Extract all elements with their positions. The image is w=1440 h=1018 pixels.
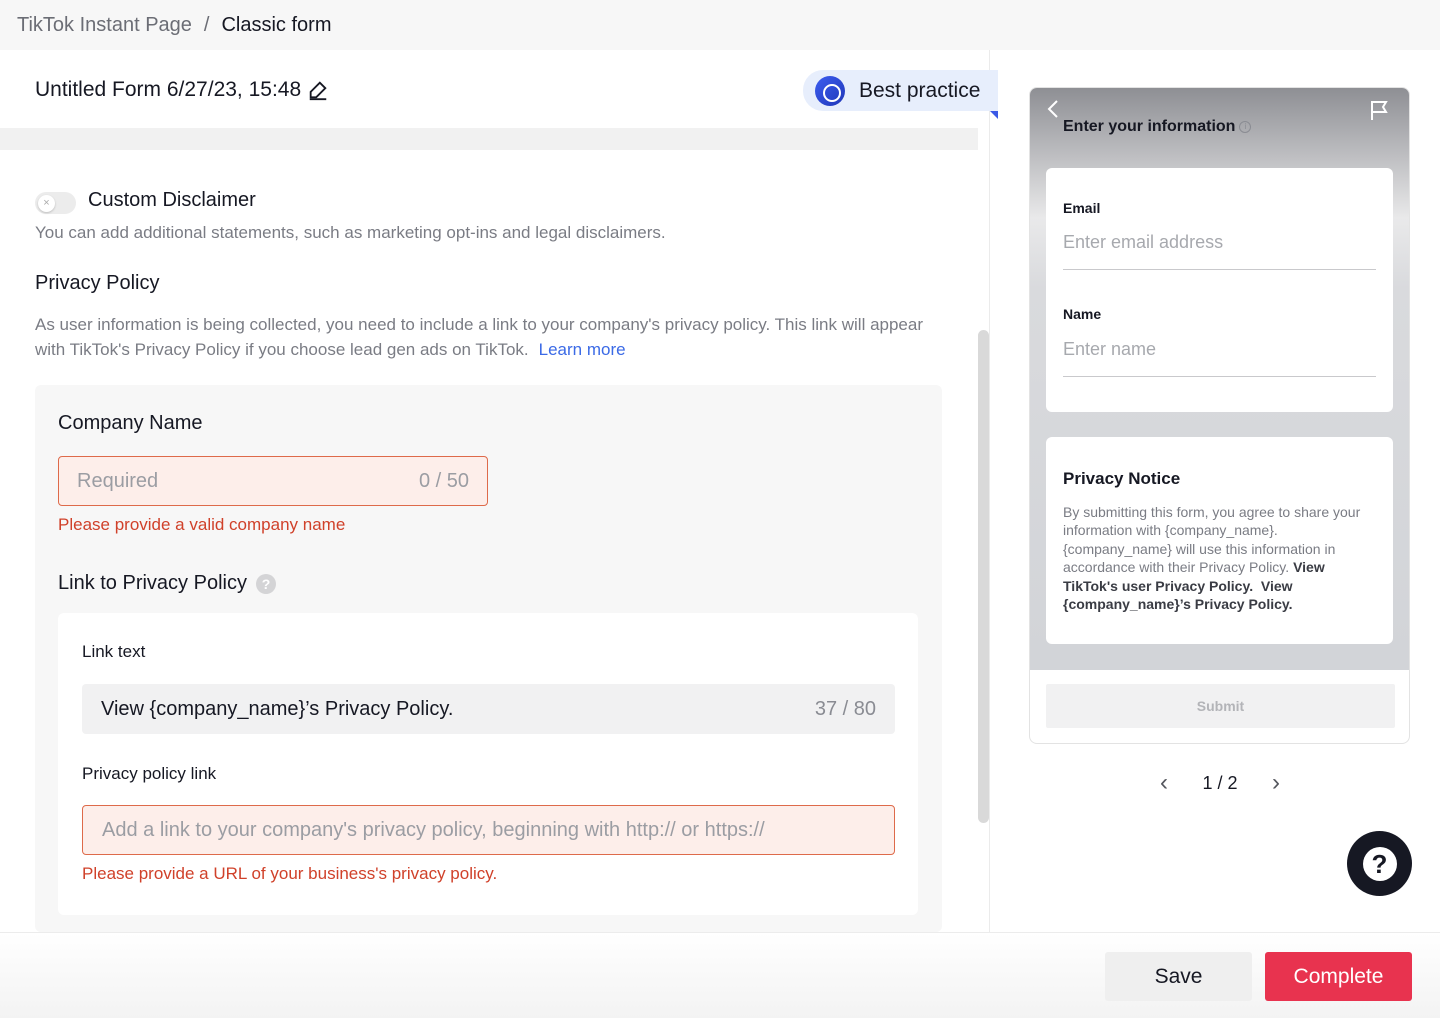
best-practice-fold	[990, 111, 998, 119]
preview-name-label: Name	[1063, 306, 1102, 322]
panel-divider	[989, 50, 990, 932]
pager-next-button[interactable]: ›	[1272, 769, 1280, 797]
company-name-label: Company Name	[58, 412, 203, 434]
complete-button[interactable]: Complete	[1265, 952, 1412, 1001]
learn-more-link[interactable]: Learn more	[539, 340, 626, 359]
breadcrumb-root[interactable]: TikTok Instant Page	[17, 14, 192, 37]
custom-disclaimer-toggle[interactable]: ×	[35, 192, 76, 214]
link-text-input[interactable]: View {company_name}’s Privacy Policy. 37…	[82, 684, 895, 734]
edit-icon[interactable]	[307, 79, 329, 101]
privacy-notice-body: By submitting this form, you agree to sh…	[1063, 503, 1375, 613]
privacy-policy-link-input[interactable]: Add a link to your company's privacy pol…	[82, 805, 895, 855]
company-name-error: Please provide a valid company name	[58, 515, 346, 534]
question-icon: ?	[1362, 846, 1397, 881]
flag-icon[interactable]	[1369, 99, 1391, 126]
info-icon: i	[1239, 121, 1252, 133]
form-title-row: Untitled Form 6/27/23, 15:48	[35, 78, 329, 102]
best-practice-label: Best practice	[859, 78, 981, 102]
help-button[interactable]: ?	[1347, 831, 1412, 896]
chevron-left-icon[interactable]	[1046, 98, 1060, 126]
preview-title: Enter your information i	[1063, 118, 1252, 136]
privacy-policy-link-label: Privacy policy link	[82, 764, 217, 783]
privacy-policy-heading: Privacy Policy	[35, 272, 160, 294]
company-name-counter: 0 / 50	[418, 469, 469, 492]
preview-email-input: Enter email address	[1063, 232, 1376, 270]
privacy-notice-title: Privacy Notice	[1063, 469, 1181, 488]
preview-title-text: Enter your information	[1063, 118, 1236, 135]
privacy-policy-link-error: Please provide a URL of your business's …	[82, 864, 498, 883]
help-icon[interactable]: ?	[255, 573, 276, 594]
breadcrumb: TikTok Instant Page / Classic form	[0, 0, 1440, 50]
compass-icon	[815, 75, 845, 106]
company-name-placeholder: Required	[77, 469, 159, 492]
company-name-input[interactable]: Required 0 / 50	[58, 456, 488, 506]
link-to-privacy-policy-label: Link to Privacy Policy ?	[58, 572, 276, 595]
preview-email-label: Email	[1063, 200, 1101, 216]
privacy-policy-description: As user information is being collected, …	[35, 312, 945, 362]
custom-disclaimer-description: You can add additional statements, such …	[35, 223, 666, 242]
form-title: Untitled Form 6/27/23, 15:48	[35, 78, 302, 101]
section-divider	[0, 128, 978, 150]
toggle-off-icon: ×	[38, 195, 55, 212]
preview-submit-button: Submit	[1046, 684, 1395, 728]
preview-name-input: Enter name	[1063, 339, 1376, 377]
link-text-value: View {company_name}’s Privacy Policy.	[101, 697, 454, 720]
best-practice-button[interactable]: Best practice	[803, 70, 998, 111]
link-text-counter: 37 / 80	[814, 697, 876, 720]
pager-prev-button[interactable]: ‹	[1160, 769, 1168, 797]
privacy-policy-text: As user information is being collected, …	[35, 315, 924, 359]
breadcrumb-current: Classic form	[221, 13, 332, 36]
preview-pager: ‹ 1 / 2 ›	[1160, 769, 1280, 797]
breadcrumb-separator: /	[203, 13, 210, 36]
link-to-privacy-policy-text: Link to Privacy Policy	[58, 572, 247, 594]
link-text-label: Link text	[82, 642, 146, 661]
custom-disclaimer-label: Custom Disclaimer	[88, 189, 256, 211]
scrollbar-thumb[interactable]	[978, 330, 989, 823]
privacy-policy-link-placeholder: Add a link to your company's privacy pol…	[102, 818, 765, 841]
pager-label: 1 / 2	[1202, 772, 1238, 793]
save-button[interactable]: Save	[1105, 952, 1252, 1001]
